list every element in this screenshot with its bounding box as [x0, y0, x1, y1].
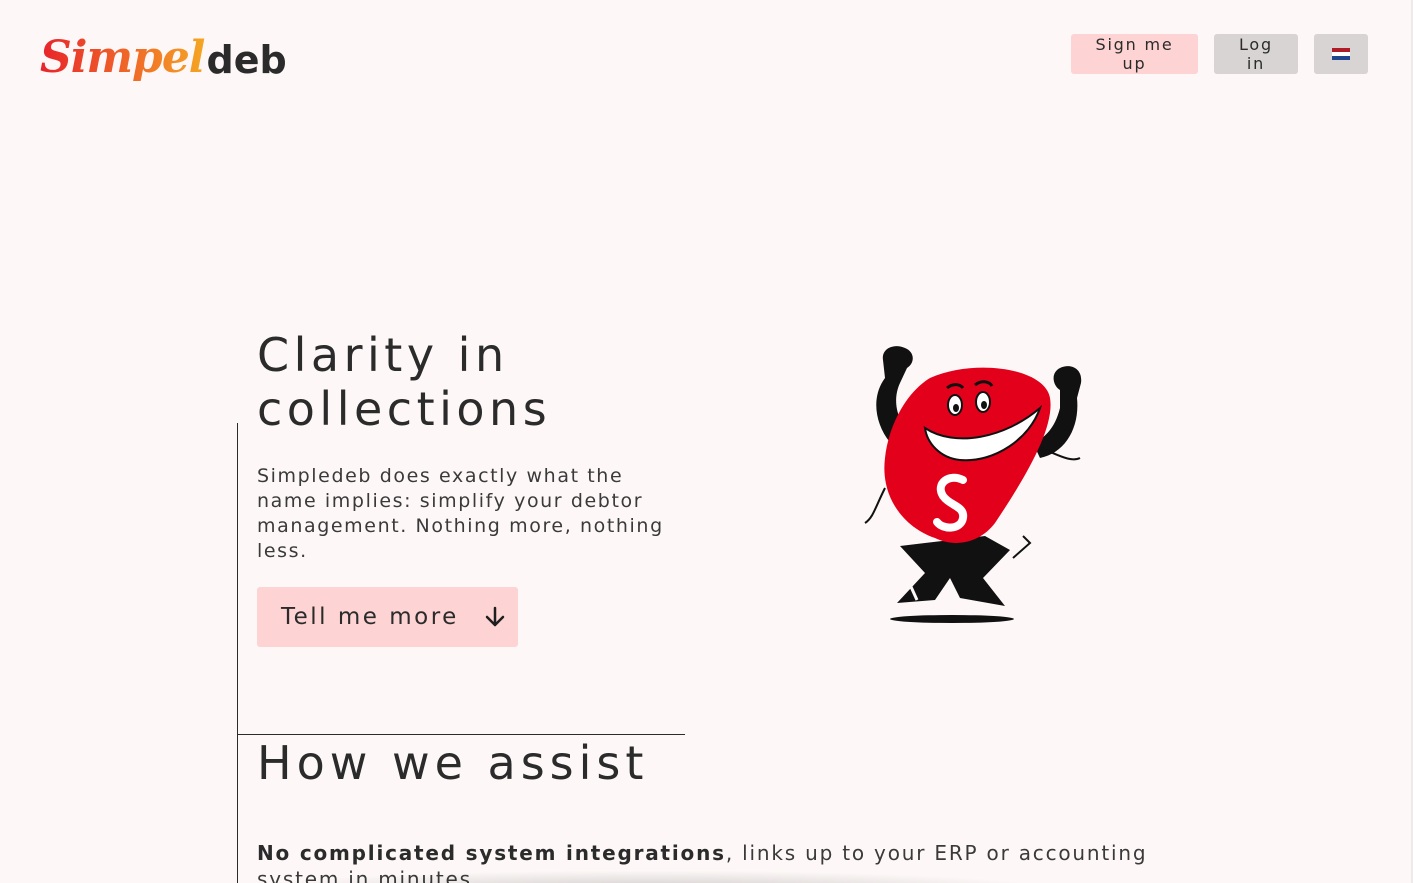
site-header: Simpel deb Sign me up Log in	[0, 0, 1413, 110]
netherlands-flag-icon	[1332, 48, 1350, 60]
hero-title: Clarity in collections	[257, 328, 552, 436]
log-in-button[interactable]: Log in	[1214, 34, 1298, 74]
how-we-assist-title: How we assist	[257, 736, 649, 790]
logo-deb-text: deb	[206, 38, 287, 82]
arrow-down-icon	[485, 606, 505, 627]
assist-point-bold: No complicated system integrations	[257, 841, 726, 865]
language-button[interactable]	[1314, 34, 1368, 74]
sign-me-up-button[interactable]: Sign me up	[1071, 34, 1198, 74]
mascot-illustration	[864, 346, 1082, 623]
header-nav: Sign me up Log in	[1071, 34, 1368, 74]
assist-point: No complicated system integrations, link…	[257, 840, 1197, 883]
tell-me-more-label: Tell me more	[281, 604, 459, 630]
logo-simpel-text: Simpel	[40, 28, 206, 88]
decorative-vertical-line	[237, 423, 238, 883]
simpeldeb-logo[interactable]: Simpel deb	[40, 18, 287, 88]
tell-me-more-button[interactable]: Tell me more	[257, 587, 518, 647]
hero-description: Simpledeb does exactly what the name imp…	[257, 465, 664, 562]
